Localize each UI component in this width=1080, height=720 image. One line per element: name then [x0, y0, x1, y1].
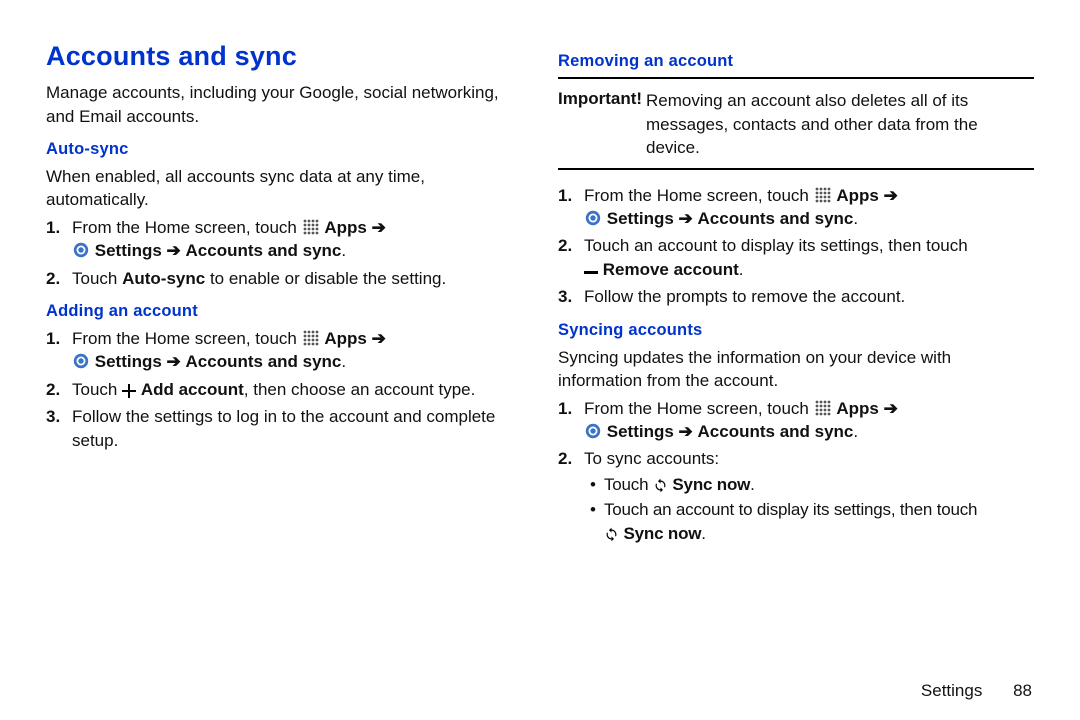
sync-now-label: Sync now	[624, 524, 702, 543]
syncing-desc: Syncing updates the information on your …	[558, 346, 1034, 393]
footer-page-number: 88	[1013, 681, 1032, 700]
step-text: to enable or disable the setting.	[205, 269, 446, 288]
footer-section: Settings	[921, 681, 982, 700]
settings-label: Settings	[95, 352, 162, 371]
apps-label: Apps	[836, 186, 879, 205]
step-text: From the Home screen, touch	[584, 399, 814, 418]
step-text: , then choose an account type.	[244, 380, 476, 399]
step-text: Touch	[72, 380, 122, 399]
heading-removing: Removing an account	[558, 50, 1034, 73]
list-item: 1. From the Home screen, touch Apps ➔ Se…	[584, 184, 1034, 231]
list-item: 3. Follow the settings to log in to the …	[72, 405, 522, 452]
settings-gear-icon	[584, 422, 602, 440]
step-text: Touch	[604, 475, 653, 494]
important-label: Important!	[558, 89, 642, 108]
sync-icon	[653, 478, 668, 493]
accounts-label: Accounts and sync	[186, 352, 342, 371]
sync-now-label: Sync now	[672, 475, 750, 494]
list-item: 1. From the Home screen, touch Apps ➔ Se…	[72, 327, 522, 374]
arrow-icon: ➔	[372, 329, 386, 348]
step-text: To sync accounts:	[584, 449, 719, 468]
arrow-icon: ➔	[167, 352, 181, 371]
step-text: Follow the settings to log in to the acc…	[72, 407, 495, 449]
remove-account-label: Remove account	[603, 260, 739, 279]
apps-label: Apps	[836, 399, 879, 418]
heading-adding: Adding an account	[46, 300, 522, 323]
step-text: From the Home screen, touch	[72, 329, 302, 348]
left-column: Accounts and sync Manage accounts, inclu…	[46, 38, 522, 549]
accounts-label: Accounts and sync	[698, 422, 854, 441]
apps-grid-icon	[814, 399, 832, 417]
settings-gear-icon	[72, 241, 90, 259]
important-note: Important! Removing an account also dele…	[558, 77, 1034, 170]
arrow-icon: ➔	[679, 422, 693, 441]
list-item: 2. To sync accounts: Touch Sync now. Tou…	[584, 447, 1034, 545]
bullet-item: Touch Sync now.	[604, 473, 1034, 496]
list-item: 1. From the Home screen, touch Apps ➔ Se…	[72, 216, 522, 263]
sync-icon	[604, 527, 619, 542]
step-text: From the Home screen, touch	[584, 186, 814, 205]
step-text: Follow the prompts to remove the account…	[584, 287, 905, 306]
apps-label: Apps	[324, 218, 367, 237]
step-text: From the Home screen, touch	[72, 218, 302, 237]
apps-grid-icon	[302, 329, 320, 347]
page-title: Accounts and sync	[46, 38, 522, 75]
arrow-icon: ➔	[884, 186, 898, 205]
arrow-icon: ➔	[372, 218, 386, 237]
add-account-label: Add account	[141, 380, 244, 399]
plus-icon	[122, 384, 136, 398]
minus-icon	[584, 271, 598, 275]
step-text: Touch	[72, 269, 122, 288]
list-item: 2. Touch Add account, then choose an acc…	[72, 378, 522, 401]
bullet-item: Touch an account to display its settings…	[604, 498, 1034, 545]
accounts-label: Accounts and sync	[698, 209, 854, 228]
arrow-icon: ➔	[884, 399, 898, 418]
step-text: Touch an account to display its settings…	[604, 500, 977, 519]
heading-auto-sync: Auto-sync	[46, 138, 522, 161]
list-item: 3. Follow the prompts to remove the acco…	[584, 285, 1034, 308]
apps-grid-icon	[302, 218, 320, 236]
step-text: Touch an account to display its settings…	[584, 236, 968, 255]
page-footer: Settings 88	[921, 679, 1032, 702]
arrow-icon: ➔	[167, 241, 181, 260]
list-item: 2. Touch an account to display its setti…	[584, 234, 1034, 281]
settings-label: Settings	[607, 422, 674, 441]
arrow-icon: ➔	[679, 209, 693, 228]
list-item: 1. From the Home screen, touch Apps ➔ Se…	[584, 397, 1034, 444]
intro-text: Manage accounts, including your Google, …	[46, 81, 522, 128]
accounts-label: Accounts and sync	[186, 241, 342, 260]
bold-label: Auto-sync	[122, 269, 205, 288]
apps-grid-icon	[814, 186, 832, 204]
settings-label: Settings	[95, 241, 162, 260]
settings-gear-icon	[584, 209, 602, 227]
list-item: 2. Touch Auto-sync to enable or disable …	[72, 267, 522, 290]
apps-label: Apps	[324, 329, 367, 348]
settings-gear-icon	[72, 352, 90, 370]
auto-sync-desc: When enabled, all accounts sync data at …	[46, 165, 522, 212]
settings-label: Settings	[607, 209, 674, 228]
right-column: Removing an account Important! Removing …	[558, 38, 1034, 549]
heading-syncing: Syncing accounts	[558, 319, 1034, 342]
